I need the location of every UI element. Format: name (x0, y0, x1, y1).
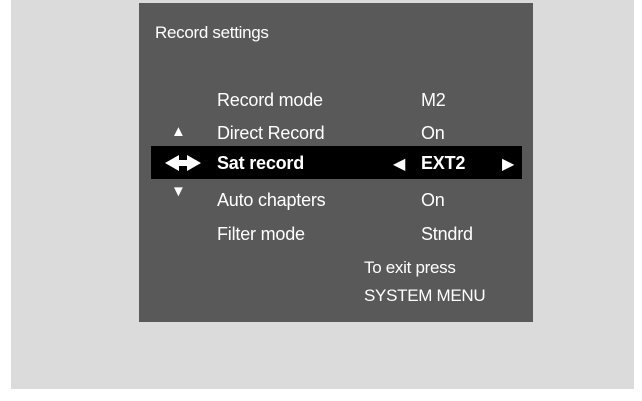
menu-item-value: EXT2 (421, 153, 466, 173)
system-menu-hint: SYSTEM MENU (364, 286, 486, 305)
menu-item-value: M2 (421, 90, 446, 110)
menu-item-value: On (421, 123, 445, 143)
menu-item-label: Sat record (217, 153, 305, 173)
exit-hint: To exit press (364, 258, 456, 277)
menu-item-label: Direct Record (217, 123, 325, 143)
left-right-navigation-icon (165, 155, 201, 171)
screen-frame: Record settings Record mode M2 ▲ Direct … (11, 0, 634, 389)
previous-option-icon[interactable]: ◀ (393, 154, 405, 174)
menu-item-direct-record[interactable]: ▲ Direct Record On (151, 116, 522, 149)
next-option-icon[interactable]: ▶ (502, 154, 514, 174)
menu-title: Record settings (155, 23, 269, 42)
menu-item-record-mode[interactable]: Record mode M2 (151, 83, 522, 116)
menu-item-value: Stndrd (421, 224, 473, 244)
menu-item-auto-chapters[interactable]: ▼ Auto chapters On (151, 183, 522, 216)
down-arrow-icon: ▼ (171, 183, 186, 200)
record-settings-menu: Record settings Record mode M2 ▲ Direct … (139, 3, 533, 322)
menu-item-label: Filter mode (217, 224, 305, 244)
menu-item-label: Record mode (217, 90, 323, 110)
up-arrow-icon: ▲ (171, 123, 186, 140)
menu-item-value: On (421, 190, 445, 210)
menu-item-filter-mode[interactable]: Filter mode Stndrd (151, 217, 522, 250)
menu-item-label: Auto chapters (217, 190, 326, 210)
menu-item-sat-record[interactable]: Sat record ◀ EXT2 ▶ (151, 146, 522, 179)
